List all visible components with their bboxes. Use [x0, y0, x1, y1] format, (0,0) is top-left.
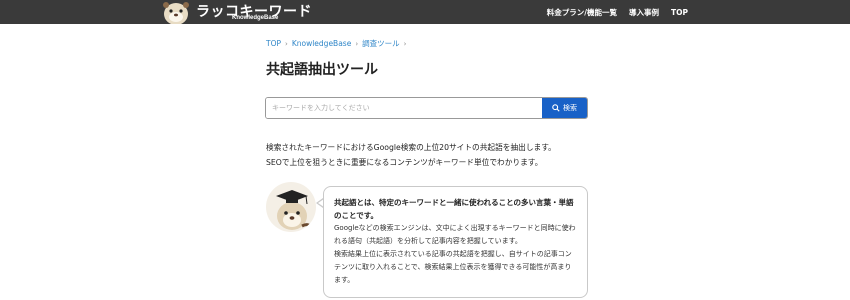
breadcrumb-knowledgebase[interactable]: KnowledgeBase [292, 39, 352, 48]
search-button-label: 検索 [563, 104, 577, 112]
search-icon [552, 104, 560, 112]
tool-description: 検索されたキーワードにおけるGoogle検索の上位20サイトの共起語を抽出します… [266, 140, 556, 170]
chevron-right-icon: › [285, 39, 288, 48]
cooccurrence-info-card: 共起語とは、特定のキーワードと一緒に使われることの多い言葉・単語のことです。 G… [323, 186, 588, 298]
description-line: 検索されたキーワードにおけるGoogle検索の上位20サイトの共起語を抽出します… [266, 143, 556, 152]
otter-graduate-icon [276, 190, 314, 231]
professor-otter-avatar [266, 182, 316, 232]
description-line: SEOで上位を狙うときに重要になるコンテンツがキーワード単位でわかります。 [266, 158, 543, 167]
otter-mascot-icon [163, 2, 189, 24]
card-heading: 共起語とは、特定のキーワードと一緒に使われることの多い言葉・単語のことです。 [334, 198, 574, 220]
nav-pricing[interactable]: 料金プラン/機能一覧 [547, 7, 617, 18]
chevron-right-icon: › [403, 39, 407, 48]
chevron-right-icon: › [355, 39, 359, 48]
card-paragraph: 検索結果上位に表示されている記事の共起語を把握し、自サイトの記事コンテンツに取り… [334, 250, 572, 284]
nav-case-studies[interactable]: 導入事例 [629, 7, 659, 18]
page-title: 共起語抽出ツール [266, 62, 378, 78]
breadcrumb-research-tools[interactable]: 調査ツール [362, 38, 400, 49]
header-nav: 料金プラン/機能一覧 導入事例 TOP [547, 0, 688, 24]
search-button[interactable]: 検索 [542, 98, 587, 118]
logo-subtitle: KnowledgeBase [232, 15, 279, 21]
breadcrumb: TOP › KnowledgeBase › 調査ツール › [266, 38, 406, 49]
keyword-input[interactable] [266, 98, 542, 118]
card-paragraph: Googleなどの検索エンジンは、文中によく出現するキーワードと同時に使われる語… [334, 224, 576, 245]
nav-top[interactable]: TOP [671, 8, 688, 17]
site-header: ラッコキーワード KnowledgeBase 料金プラン/機能一覧 導入事例 T… [0, 0, 850, 24]
search-form: 検索 [265, 97, 588, 119]
breadcrumb-top[interactable]: TOP [266, 39, 281, 48]
